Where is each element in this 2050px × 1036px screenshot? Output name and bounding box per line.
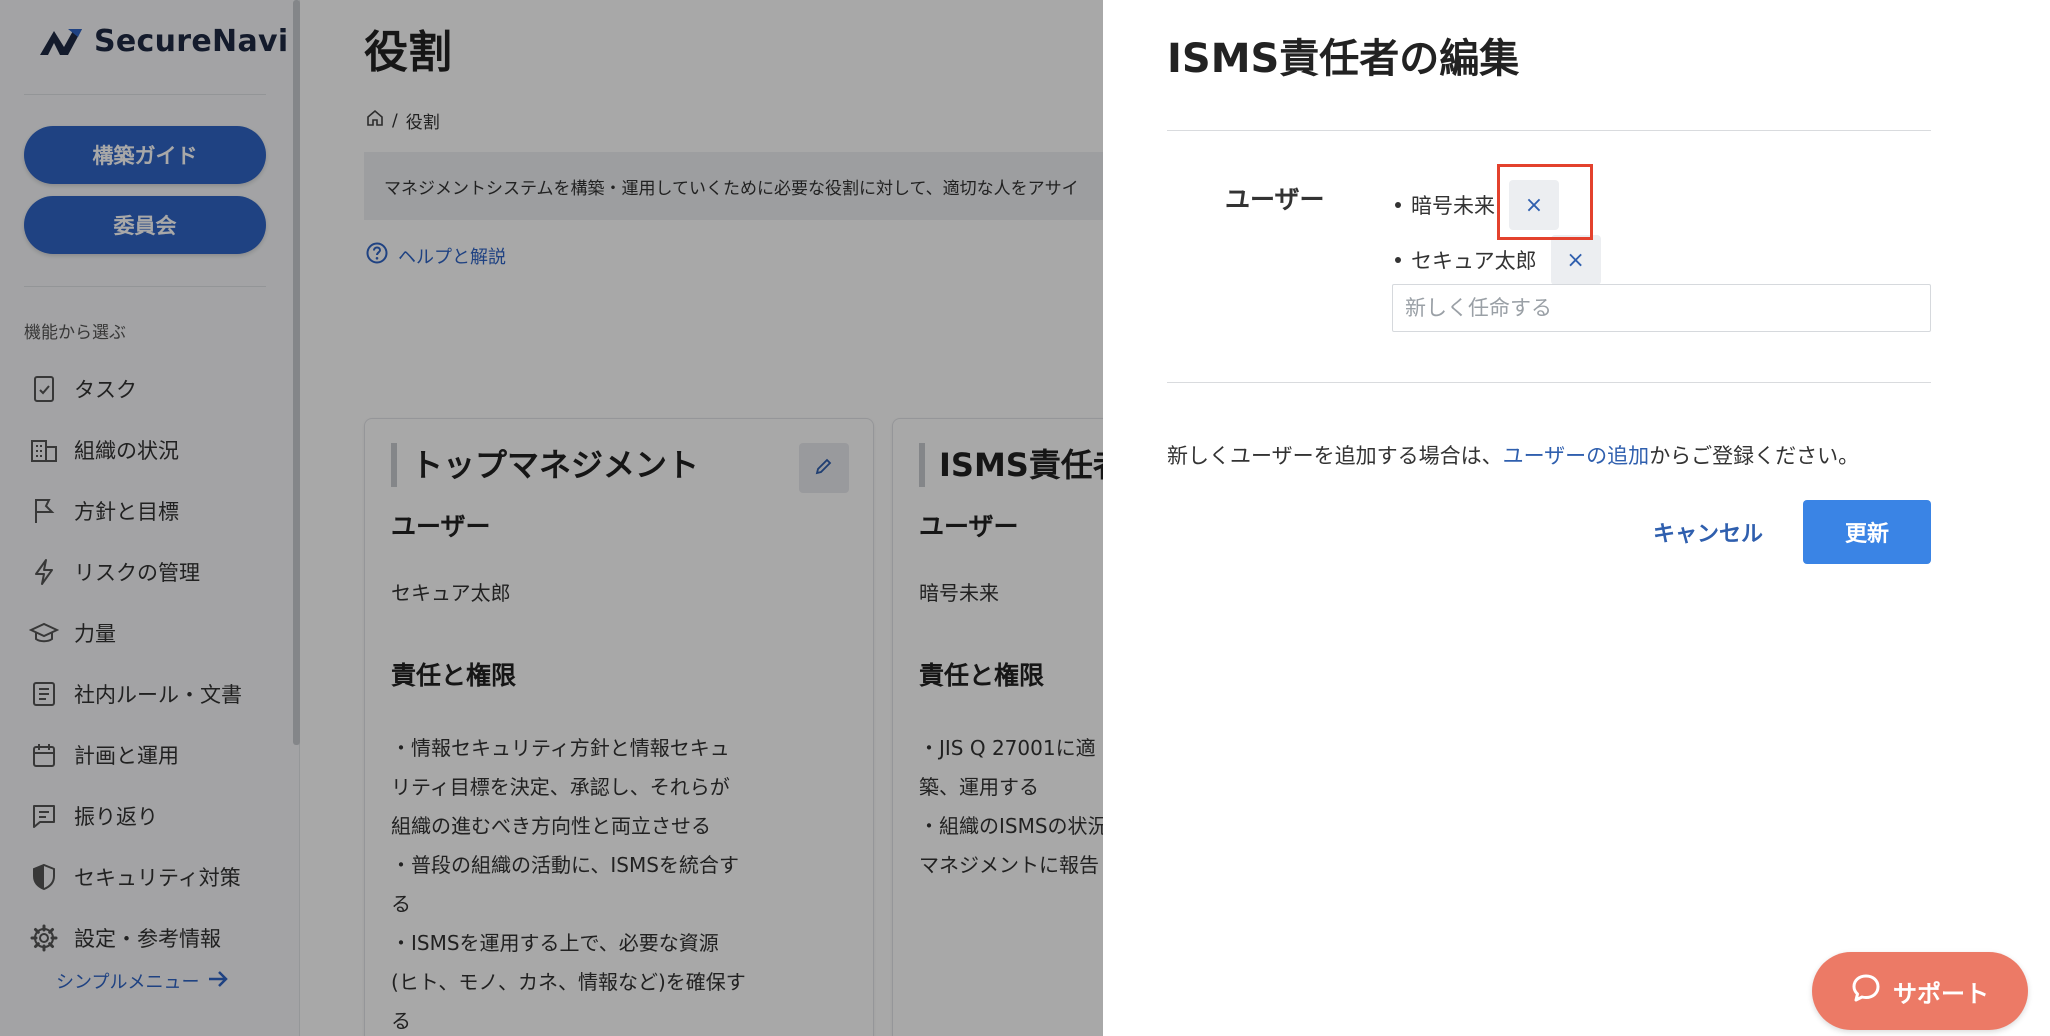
cancel-button[interactable]: キャンセル	[1643, 500, 1773, 564]
note-prefix: 新しくユーザーを追加する場合は、	[1167, 444, 1503, 468]
modal-backdrop[interactable]	[0, 0, 1103, 1036]
update-button[interactable]: 更新	[1803, 500, 1931, 564]
assignee-name: セキュア太郎	[1411, 249, 1537, 273]
bullet	[1395, 202, 1401, 208]
highlight-box	[1497, 164, 1593, 240]
close-icon: ×	[1566, 247, 1585, 273]
drawer-title: ISMS責任者の編集	[1167, 36, 1520, 82]
user-field-label: ユーザー	[1225, 185, 1325, 214]
drawer-divider	[1167, 130, 1931, 131]
bullet	[1395, 257, 1401, 263]
remove-assignee-button[interactable]: ×	[1550, 235, 1601, 285]
note-suffix: からご登録ください。	[1649, 444, 1860, 468]
support-button[interactable]: サポート	[1812, 952, 2028, 1030]
assignee-name: 暗号未来	[1411, 194, 1495, 218]
drawer-divider	[1167, 382, 1931, 383]
appoint-input[interactable]	[1392, 284, 1931, 332]
add-user-note: 新しくユーザーを追加する場合は、ユーザーの追加からご登録ください。	[1167, 440, 1859, 470]
assignee-item: セキュア太郎 ×	[1395, 235, 1601, 285]
support-label: サポート	[1893, 979, 1989, 1008]
chat-bubble-icon	[1851, 973, 1881, 1009]
edit-drawer: ISMS責任者の編集 ユーザー 暗号未来 × セキュア太郎 × 新しくユーザーを…	[1103, 0, 2050, 1036]
add-user-link[interactable]: ユーザーの追加	[1503, 444, 1650, 468]
